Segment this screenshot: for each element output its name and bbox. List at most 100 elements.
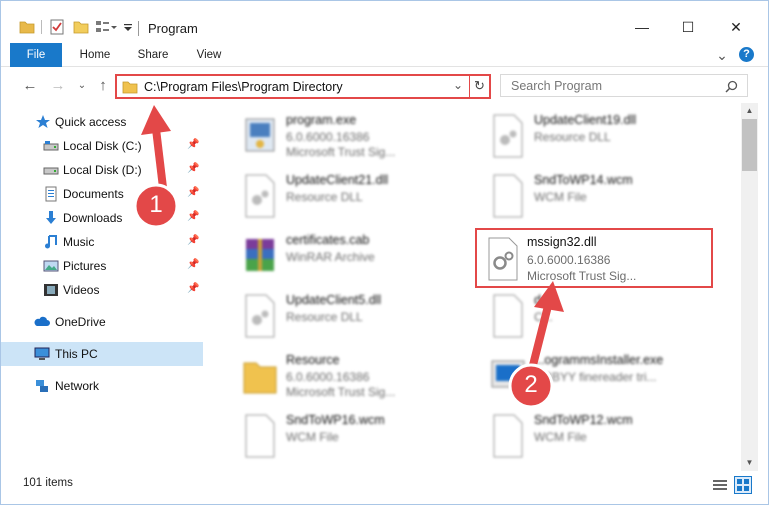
file-item[interactable]: UpdateClient19.dll Resource DLL [466, 109, 706, 167]
file-detail: Resource DLL [534, 130, 611, 144]
nav-this-pc[interactable]: This PC [1, 342, 203, 366]
file-item[interactable]: SndToWP12.wcm WCM File [466, 409, 706, 465]
file-item[interactable]: SndToWP14.wcm WCM File [466, 169, 706, 227]
refresh-icon[interactable]: ↻ [474, 78, 485, 94]
nav-onedrive[interactable]: OneDrive [1, 310, 203, 334]
file-detail: Resource DLL [286, 310, 363, 324]
address-divider [469, 76, 470, 97]
file-detail: 6.0.6000.16386 [286, 130, 370, 144]
help-icon[interactable]: ? [739, 47, 754, 62]
file-item[interactable]: UpdateClient21.dll Resource DLL [218, 169, 458, 227]
recent-chevron-icon[interactable]: ⌄ [73, 76, 91, 96]
maximize-button[interactable]: ☐ [665, 15, 711, 39]
file-item[interactable]: certificates.cab WinRAR Archive [218, 229, 458, 287]
file-name: UpdateClient19.dll [534, 113, 637, 127]
status-bar: 101 items [1, 473, 768, 504]
search-input[interactable]: Search Program [500, 74, 748, 97]
minimize-button[interactable]: — [619, 15, 665, 39]
file-icon [245, 414, 275, 458]
file-name: certificates.cab [286, 233, 370, 247]
pictures-icon [43, 260, 59, 272]
file-item[interactable]: d...k C... [466, 289, 706, 347]
pin-icon: 📌 [187, 163, 200, 174]
videos-icon [44, 284, 58, 296]
file-name: UpdateClient21.dll [286, 173, 389, 187]
customize-qa-chevron-icon[interactable] [123, 19, 133, 35]
file-item[interactable]: UpdateClient5.dll Resource DLL [218, 289, 458, 347]
nav-label: Downloads [63, 211, 123, 225]
documents-icon [45, 186, 57, 202]
items-count: 101 items [23, 477, 73, 489]
address-row: ← → ⌄ ↑ C:\Program Files\Program Directo… [1, 71, 768, 101]
vertical-scrollbar[interactable]: ▲ ▼ [741, 103, 758, 471]
highlighted-file-item[interactable]: mssign32.dll 6.0.6000.16386 Microsoft Tr… [475, 228, 713, 288]
file-detail: ...BBYY finereader tri... [534, 370, 657, 384]
tab-share[interactable]: Share [131, 43, 175, 67]
nav-quick-access[interactable]: Quick access [1, 110, 203, 134]
file-name: d...k [534, 293, 558, 307]
details-view-icon[interactable] [713, 479, 727, 491]
address-bar[interactable]: C:\Program Files\Program Directory ⌄ ↻ [115, 74, 491, 99]
file-icon [493, 294, 523, 338]
navigation-pane: Quick access Local Disk (C:) 📌 Local Dis… [1, 105, 206, 465]
window-title: Program [148, 21, 198, 36]
annotation-number-2: 2 [524, 371, 538, 398]
tab-file[interactable]: File [10, 43, 62, 67]
nav-label: Videos [63, 283, 100, 297]
file-item[interactable]: program.exe 6.0.6000.16386 Microsoft Tru… [218, 109, 458, 167]
nav-label: Local Disk (C:) [63, 139, 142, 153]
tab-view[interactable]: View [187, 43, 231, 67]
music-icon [45, 235, 57, 249]
dll-icon [493, 114, 523, 158]
file-item[interactable]: ...ogrammsInstaller.exe ...BBYY fineread… [466, 349, 706, 407]
file-name: ...ogrammsInstaller.exe [534, 353, 664, 367]
file-item[interactable]: SndToWP16.wcm WCM File [218, 409, 458, 465]
nav-local-disk-c[interactable]: Local Disk (C:) 📌 [1, 134, 203, 158]
file-icon [493, 414, 523, 458]
nav-music[interactable]: Music 📌 [1, 230, 203, 254]
file-detail: WCM File [534, 430, 587, 444]
address-path: C:\Program Files\Program Directory [144, 80, 343, 94]
search-placeholder: Search Program [511, 79, 603, 93]
file-name: Resource [286, 353, 340, 367]
network-icon [36, 380, 48, 392]
scrollbar-thumb[interactable] [742, 119, 757, 171]
tiles-view-button[interactable] [734, 476, 752, 494]
file-detail: WCM File [286, 430, 339, 444]
exe-icon [245, 118, 275, 152]
archive-icon [246, 239, 274, 271]
nav-pictures[interactable]: Pictures 📌 [1, 254, 203, 278]
downloads-icon [46, 211, 56, 224]
dll-icon [488, 237, 518, 281]
file-name: program.exe [286, 113, 357, 127]
computer-icon [34, 347, 50, 360]
up-arrow-icon[interactable]: ↑ [94, 76, 112, 96]
scroll-up-icon[interactable]: ▲ [741, 104, 758, 118]
pin-icon: 📌 [187, 235, 200, 246]
address-dropdown-chevron-icon[interactable]: ⌄ [453, 78, 463, 92]
close-button[interactable]: ✕ [713, 15, 759, 39]
new-folder-icon[interactable] [73, 19, 89, 35]
file-detail: WinRAR Archive [286, 250, 375, 264]
file-detail: Microsoft Trust Sig... [286, 145, 396, 159]
properties-icon[interactable] [50, 19, 64, 35]
tab-home[interactable]: Home [73, 43, 117, 67]
back-arrow-icon[interactable]: ← [21, 76, 39, 96]
nav-videos[interactable]: Videos 📌 [1, 278, 203, 302]
tiles-view-icon [737, 479, 749, 491]
file-detail: Microsoft Trust Sig... [527, 269, 637, 283]
view-options-icon[interactable] [95, 19, 117, 35]
file-item[interactable]: Resource 6.0.6000.16386 Microsoft Trust … [218, 349, 458, 407]
scroll-down-icon[interactable]: ▼ [741, 456, 758, 470]
nav-local-disk-d[interactable]: Local Disk (D:) 📌 [1, 158, 203, 182]
file-icon [493, 174, 523, 218]
star-icon [36, 115, 50, 128]
nav-label: Documents [63, 187, 124, 201]
forward-arrow-icon[interactable]: → [49, 76, 67, 96]
pin-icon: 📌 [187, 187, 200, 198]
drive-icon [43, 141, 59, 151]
file-detail: Resource DLL [286, 190, 363, 204]
nav-label: This PC [55, 347, 98, 361]
nav-network[interactable]: Network [1, 374, 203, 398]
expand-ribbon-chevron-icon[interactable]: ⌄ [714, 43, 730, 67]
